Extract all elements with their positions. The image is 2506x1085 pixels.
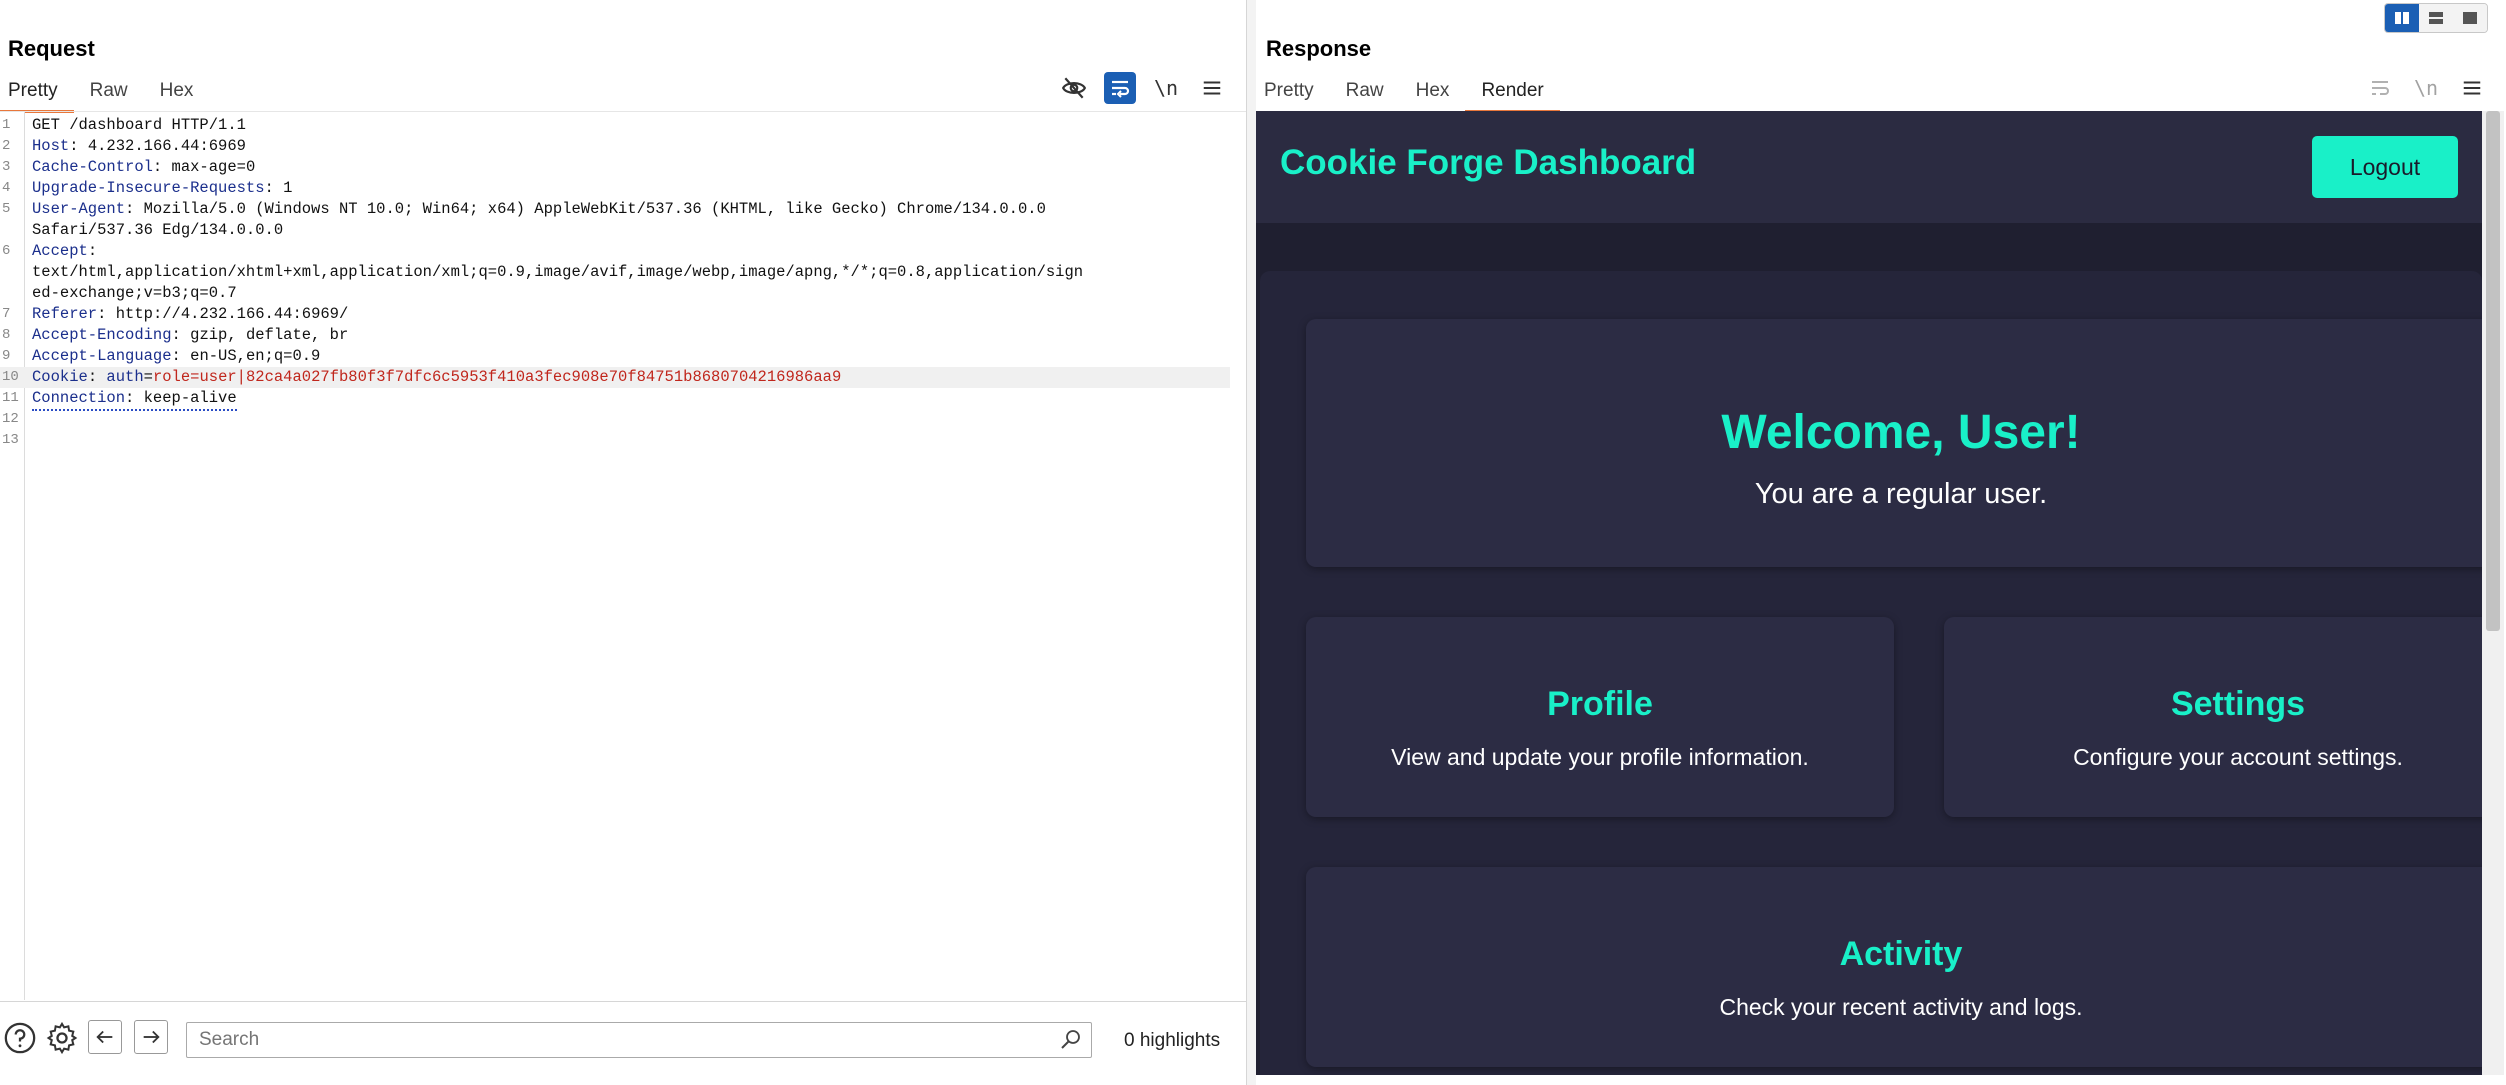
layout-switcher (2384, 3, 2488, 33)
newline-toggle[interactable]: \n (1150, 72, 1182, 104)
tab-render[interactable]: Render (1465, 76, 1560, 113)
layout-rows-icon[interactable] (2419, 4, 2453, 32)
render-scrollbar[interactable] (2482, 111, 2504, 1075)
arrow-right-icon[interactable] (134, 1020, 168, 1054)
render-view: Cookie Forge Dashboard Logout Welcome, U… (1256, 111, 2482, 1075)
code-line: 5 User-Agent: Mozilla/5.0 (Windows NT 10.… (2, 200, 1046, 218)
menu-icon[interactable] (1196, 72, 1228, 104)
code-line: 3 Cache-Control: max-age=0 (2, 158, 256, 176)
arrow-left-icon[interactable] (88, 1020, 122, 1054)
request-pane: Request Pretty Raw Hex \n 1 GET /dashboar… (0, 0, 1246, 1085)
search-icon[interactable] (1059, 1027, 1083, 1056)
cookie-value: role=user|82ca4a027fb80f3f7dfc6c5953f410… (152, 368, 842, 386)
code-line: 4 Upgrade-Insecure-Requests: 1 (2, 179, 293, 197)
welcome-text: You are a regular user. (1754, 478, 2048, 510)
response-tabs: Pretty Raw Hex Render (1256, 76, 1560, 113)
code-line: 6 Accept: (2, 242, 98, 260)
code-line: 11 Connection: keep-alive (0, 388, 1230, 411)
settings-card[interactable]: Settings Configure your account settings… (1944, 617, 2482, 817)
logout-button[interactable]: Logout (2312, 136, 2458, 198)
response-pane: Response Pretty Raw Hex Render \n Cookie… (1256, 0, 2506, 1085)
code-line: 1 GET /dashboard HTTP/1.1 (2, 116, 246, 134)
tab-pretty[interactable]: Pretty (0, 76, 74, 113)
card-title: Activity (1839, 935, 1963, 973)
card-title: Settings (2170, 685, 2306, 723)
code-line: Safari/537.36 Edg/134.0.0.0 (32, 221, 284, 239)
search-box (186, 1022, 1092, 1058)
wrap-lines-icon[interactable] (1104, 72, 1136, 104)
card-title: Profile (1547, 685, 1653, 723)
menu-icon[interactable] (2456, 72, 2488, 104)
cookie-line[interactable]: 10 Cookie: auth=role=user|82ca4a027fb80f3… (0, 367, 1230, 388)
welcome-card: Welcome, User! You are a regular user. (1306, 319, 2482, 567)
code-line: 12 (2, 411, 19, 427)
code-line: 9 Accept-Language: en-US,en;q=0.9 (2, 347, 321, 365)
settings-gear-icon[interactable] (44, 1020, 80, 1056)
tab-pretty[interactable]: Pretty (1256, 76, 1330, 110)
dashboard-brand: Cookie Forge Dashboard (1280, 143, 1697, 182)
layout-columns-icon[interactable] (2385, 4, 2419, 32)
hide-eye-icon[interactable] (1058, 72, 1090, 104)
tab-hex[interactable]: Hex (144, 76, 210, 110)
card-text: View and update your profile information… (1391, 744, 1809, 770)
activity-card[interactable]: Activity Check your recent activity and … (1306, 867, 2482, 1067)
response-toolbar: \n (2364, 72, 2488, 104)
request-title: Request (8, 36, 95, 61)
code-line: ed-exchange;v=b3;q=0.7 (32, 284, 237, 302)
dashboard-container: Welcome, User! You are a regular user. P… (1260, 271, 2482, 1075)
request-bottom-bar: 0 highlights (0, 1001, 1246, 1080)
tab-hex[interactable]: Hex (1400, 76, 1466, 110)
scrollbar-thumb[interactable] (2486, 111, 2500, 631)
code-line: 13 (2, 432, 19, 448)
card-text: Check your recent activity and logs. (1719, 994, 2083, 1020)
card-text: Configure your account settings. (2073, 744, 2403, 770)
search-input[interactable] (187, 1023, 1071, 1057)
tab-raw[interactable]: Raw (74, 76, 144, 110)
code-line: 8 Accept-Encoding: gzip, deflate, br (2, 326, 349, 344)
newline-toggle[interactable]: \n (2410, 72, 2442, 104)
code-line: 2 Host: 4.232.166.44:6969 (2, 137, 246, 155)
cookie-name: auth (106, 368, 144, 386)
request-tabs: Pretty Raw Hex (0, 76, 210, 113)
welcome-title: Welcome, User! (1721, 406, 2081, 459)
wrap-lines-icon[interactable] (2364, 72, 2396, 104)
code-line: text/html,application/xhtml+xml,applicat… (32, 263, 1084, 281)
help-icon[interactable] (2, 1020, 38, 1056)
highlights-count: 0 highlights (1124, 1030, 1221, 1051)
tab-raw[interactable]: Raw (1330, 76, 1400, 110)
layout-single-icon[interactable] (2453, 4, 2487, 32)
profile-card[interactable]: Profile View and update your profile inf… (1306, 617, 1894, 817)
response-title: Response (1266, 36, 1372, 61)
request-editor[interactable]: 1 GET /dashboard HTTP/1.1 2 Host: 4.232.16… (0, 111, 1246, 1000)
code-line: 7 Referer: http://4.232.166.44:6969/ (2, 305, 349, 323)
dashboard-navbar: Cookie Forge Dashboard Logout (1256, 111, 2482, 223)
request-toolbar: \n (1058, 72, 1228, 104)
